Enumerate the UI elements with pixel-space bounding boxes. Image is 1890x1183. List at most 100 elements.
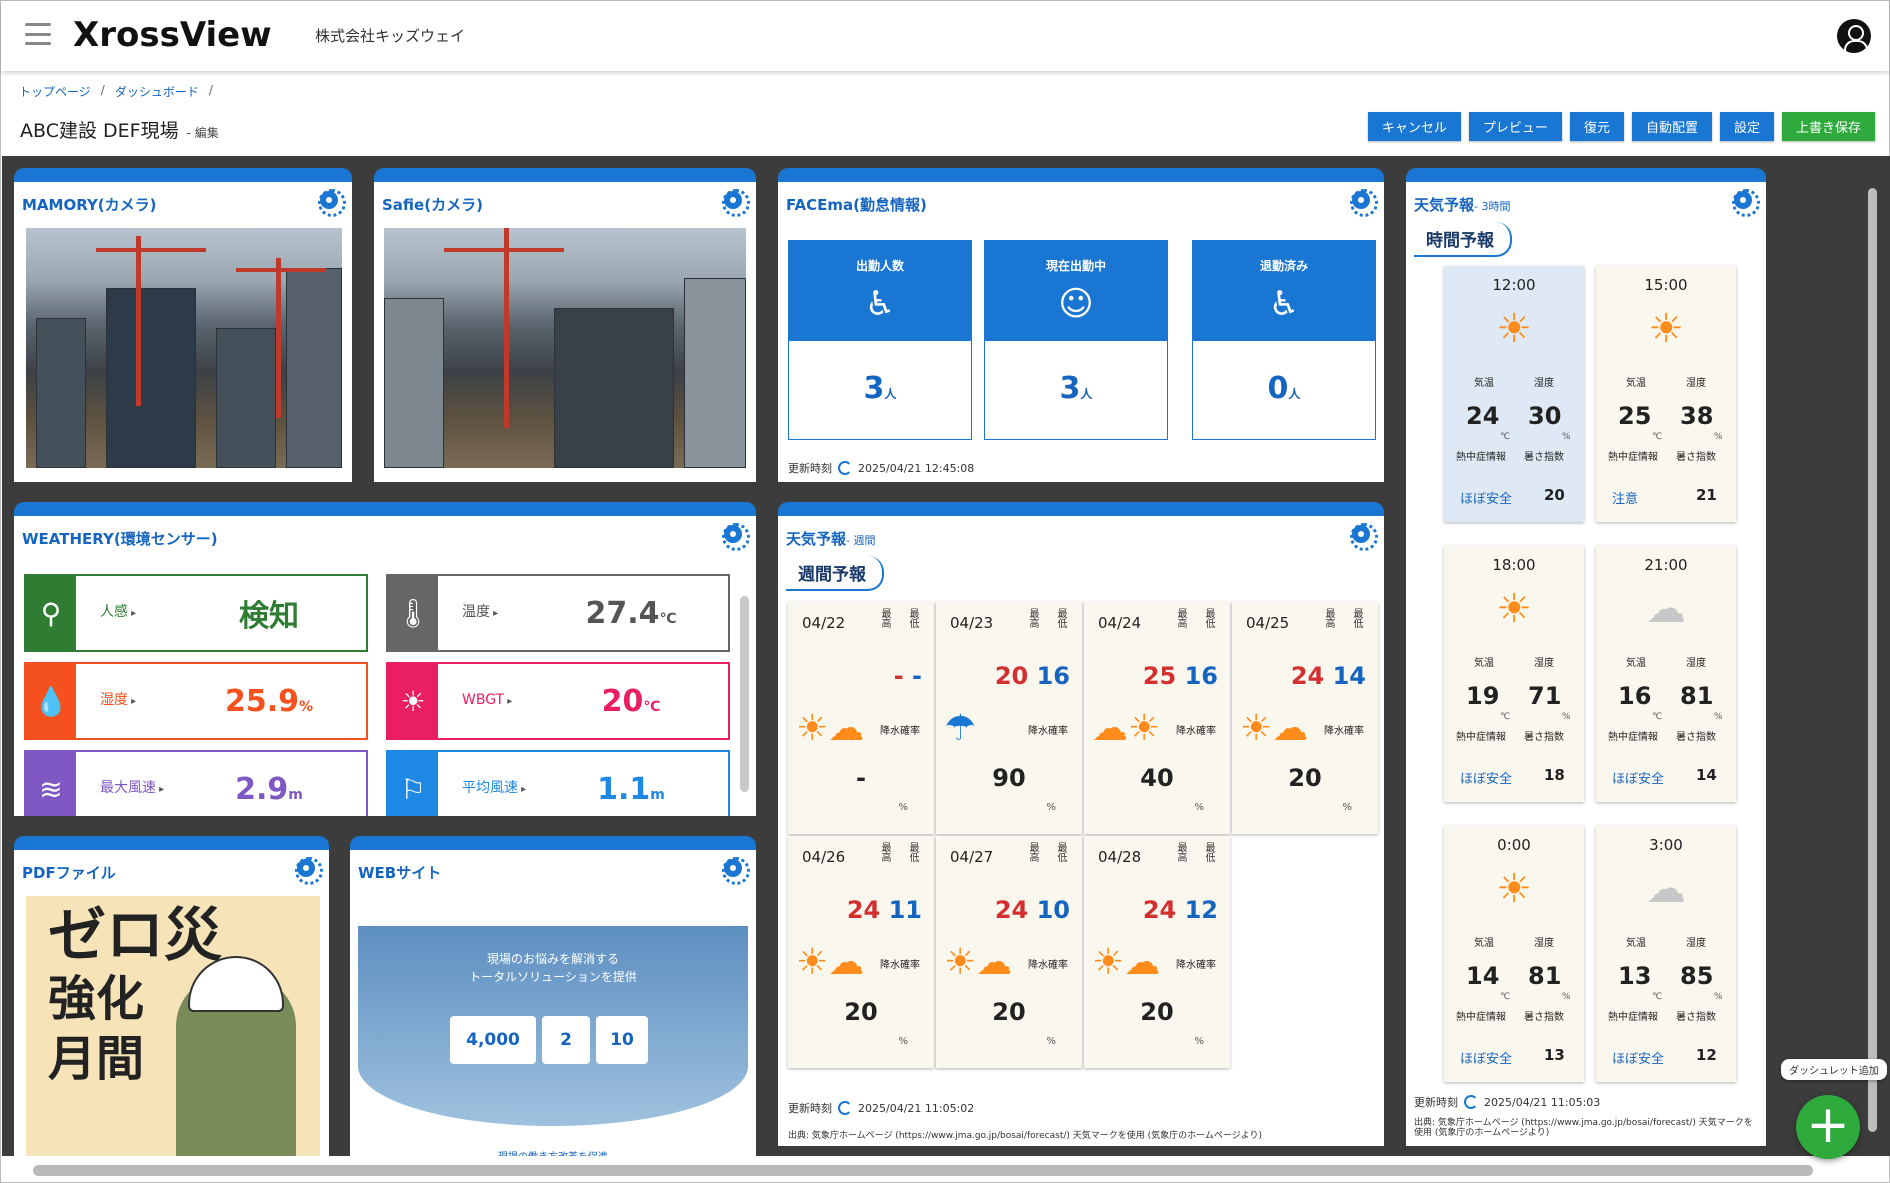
sensor-icon: 💧 — [26, 664, 76, 738]
hi-lo-labels: 最高 最低 — [1027, 608, 1066, 628]
refresh-icon[interactable] — [838, 461, 852, 475]
gear-icon[interactable] — [295, 857, 323, 885]
hum-value: 81 — [1528, 962, 1562, 990]
hero-text: トータルソリューションを提供 — [469, 970, 637, 984]
worker-icon: ☺ — [1058, 284, 1094, 324]
tab-weekly[interactable]: 週間予報 — [786, 556, 884, 591]
settings-button[interactable]: 設定 — [1719, 112, 1774, 141]
weekly-day-card[interactable]: 04/26 最高 最低 24 11 ☀☁ 降水確率 20% — [788, 836, 934, 1068]
slot-time: 12:00 — [1492, 276, 1536, 294]
gear-icon[interactable] — [1350, 523, 1378, 551]
rain-value: 40 — [1140, 764, 1174, 792]
slot-time: 18:00 — [1492, 556, 1536, 574]
cloud-icon: ☁ — [1646, 866, 1686, 912]
sensor-value: 20℃ — [601, 683, 661, 719]
hourly-slot-card[interactable]: 0:00 ☀ 気温 湿度 14 81 ℃% 熱中症情報 暑さ指数 ほぼ安全 13 — [1444, 826, 1584, 1082]
temp-value: 14 — [1466, 962, 1500, 990]
preview-button[interactable]: プレビュー — [1468, 112, 1562, 141]
weekly-weather-panel[interactable]: 天気予報- 週間 週間予報 04/22 最高 最低 - - ☀☁ 降水確率 -% 04/23 最… — [778, 502, 1384, 1146]
gear-icon[interactable] — [1732, 189, 1760, 217]
rain-label: 降水確率 — [1176, 726, 1216, 737]
attendance-card-out[interactable]: 退勤済み ♿ 0人 — [1192, 240, 1376, 440]
heat-label: 熱中症情報 — [1456, 1012, 1506, 1023]
gear-icon[interactable] — [1350, 189, 1378, 217]
hourly-slot-card[interactable]: 21:00 ☁ 気温 湿度 16 81 ℃% 熱中症情報 暑さ指数 ほぼ安全 14 — [1596, 546, 1736, 802]
sensor-tile[interactable]: ⚲ 人感 検知 — [24, 574, 368, 652]
hi-lo-labels: 最高 最低 — [1175, 842, 1214, 862]
hourly-slot-card[interactable]: 18:00 ☀ 気温 湿度 19 71 ℃% 熱中症情報 暑さ指数 ほぼ安全 18 — [1444, 546, 1584, 802]
rain-label: 降水確率 — [1028, 960, 1068, 971]
website-preview[interactable]: 現場のお悩みを解消する トータルソリューションを提供 4,000 2 10 現場… — [358, 896, 748, 1156]
refresh-icon[interactable] — [838, 1101, 852, 1115]
hourly-slot-card[interactable]: 15:00 ☀ 気温 湿度 25 38 ℃% 熱中症情報 暑さ指数 注意 21 — [1596, 266, 1736, 522]
sensor-tile[interactable]: 🌡 温度 27.4℃ — [386, 574, 730, 652]
sensor-icon: ☀ — [388, 664, 438, 738]
hum-unit: % — [1562, 992, 1571, 1002]
dashboard-canvas: MAMORY(カメラ) Safie(カメラ) FACEma(勤怠情報) 出勤人数… — [2, 156, 1890, 1156]
camera-panel-mamory[interactable]: MAMORY(カメラ) — [14, 168, 352, 482]
pdf-preview[interactable]: ゼロ災 強化 月間 — [26, 896, 320, 1156]
breadcrumb-top[interactable]: トップページ — [19, 83, 91, 100]
update-time: 更新時刻 2025/04/21 11:05:03 — [1414, 1095, 1601, 1109]
weekly-day-card[interactable]: 04/23 最高 最低 20 16 ☂ 降水確率 90% — [936, 602, 1082, 834]
weekly-day-card[interactable]: 04/27 最高 最低 24 10 ☀☁ 降水確率 20% — [936, 836, 1082, 1068]
camera-panel-safie[interactable]: Safie(カメラ) — [374, 168, 756, 482]
horizontal-scrollbar[interactable] — [33, 1165, 1813, 1176]
gear-icon[interactable] — [722, 523, 750, 551]
restore-button[interactable]: 復元 — [1569, 112, 1624, 141]
cancel-button[interactable]: キャンセル — [1367, 112, 1461, 141]
hourly-slot-card[interactable]: 12:00 ☀ 気温 湿度 24 30 ℃% 熱中症情報 暑さ指数 ほぼ安全 20 — [1444, 266, 1584, 522]
hum-label: 湿度 — [1686, 938, 1706, 949]
rain-label: 降水確率 — [1176, 960, 1216, 971]
sun-icon: ☀ — [1496, 586, 1532, 632]
camera-image[interactable] — [384, 228, 746, 468]
heat-label: 熱中症情報 — [1608, 732, 1658, 743]
sensor-label: 湿度 — [100, 692, 172, 710]
hourly-slot-card[interactable]: 3:00 ☁ 気温 湿度 13 85 ℃% 熱中症情報 暑さ指数 ほぼ安全 12 — [1596, 826, 1736, 1082]
sensor-tile[interactable]: ⚐ 平均風速 1.1m — [386, 750, 730, 816]
sensor-panel[interactable]: WEATHERY(環境センサー) ⚲ 人感 検知 🌡 温度 27.4℃ 💧 湿度 25.9% ☀ W… — [14, 502, 756, 816]
tab-hourly[interactable]: 時間予報 — [1414, 222, 1512, 257]
app-logo[interactable]: XrossView — [73, 15, 272, 55]
refresh-icon[interactable] — [1464, 1095, 1478, 1109]
weekly-day-card[interactable]: 04/25 最高 最低 24 14 ☀☁ 降水確率 20% — [1232, 602, 1378, 834]
hum-label: 湿度 — [1686, 378, 1706, 389]
hum-label: 湿度 — [1534, 938, 1554, 949]
rain-label: 降水確率 — [880, 726, 920, 737]
auto-layout-button[interactable]: 自動配置 — [1631, 112, 1712, 141]
sensor-tile[interactable]: ☀ WBGT 20℃ — [386, 662, 730, 740]
sensor-tile[interactable]: ≋ 最大風速 2.9m — [24, 750, 368, 816]
breadcrumb-dashboard[interactable]: ダッシュボード — [115, 83, 199, 100]
attendance-card-in[interactable]: 出勤人数 ♿ 3人 — [788, 240, 972, 440]
day-date: 04/24 — [1098, 614, 1142, 632]
sensor-tile[interactable]: 💧 湿度 25.9% — [24, 662, 368, 740]
attendance-panel[interactable]: FACEma(勤怠情報) 出勤人数 ♿ 3人 現在出勤中 ☺ 3人 退勤済み ♿ 0人… — [778, 168, 1384, 482]
percent-unit: % — [898, 802, 908, 813]
gear-icon[interactable] — [722, 189, 750, 217]
menu-icon[interactable] — [25, 23, 51, 45]
user-icon[interactable] — [1837, 19, 1871, 53]
gear-icon[interactable] — [722, 857, 750, 885]
hum-unit: % — [1714, 992, 1723, 1002]
weekly-day-card[interactable]: 04/28 最高 最低 24 12 ☀☁ 降水確率 20% — [1084, 836, 1230, 1068]
weekly-day-card[interactable]: 04/24 最高 最低 25 16 ☁☀ 降水確率 40% — [1084, 602, 1230, 834]
website-panel[interactable]: WEBサイト 現場のお悩みを解消する トータルソリューションを提供 4,000 … — [350, 836, 756, 1156]
hi-lo-labels: 最高 最低 — [879, 608, 918, 628]
pdf-panel[interactable]: PDFファイル ゼロ災 強化 月間 — [14, 836, 329, 1156]
index-label: 暑さ指数 — [1524, 1012, 1564, 1023]
heat-label: 熱中症情報 — [1456, 732, 1506, 743]
camera-image[interactable] — [26, 228, 342, 468]
hi-lo-labels: 最高 最低 — [1027, 842, 1066, 862]
page-scrollbar[interactable] — [1868, 188, 1877, 1132]
temp-value: 25 — [1618, 402, 1652, 430]
sensor-label: 最大風速 — [100, 780, 172, 798]
save-button[interactable]: 上書き保存 — [1781, 112, 1875, 141]
attendance-card-current[interactable]: 現在出勤中 ☺ 3人 — [984, 240, 1168, 440]
temp-unit: ℃ — [1652, 712, 1663, 722]
weekly-day-card[interactable]: 04/22 最高 最低 - - ☀☁ 降水確率 -% — [788, 602, 934, 834]
add-dashlet-button[interactable]: + — [1796, 1095, 1860, 1159]
gear-icon[interactable] — [318, 189, 346, 217]
hourly-weather-panel[interactable]: 天気予報- 3時間 時間予報 12:00 ☀ 気温 湿度 24 30 ℃% 熱中症情報 暑さ指数… — [1406, 168, 1766, 1146]
temp-unit: ℃ — [1500, 992, 1511, 1002]
scrollbar[interactable] — [740, 596, 749, 792]
